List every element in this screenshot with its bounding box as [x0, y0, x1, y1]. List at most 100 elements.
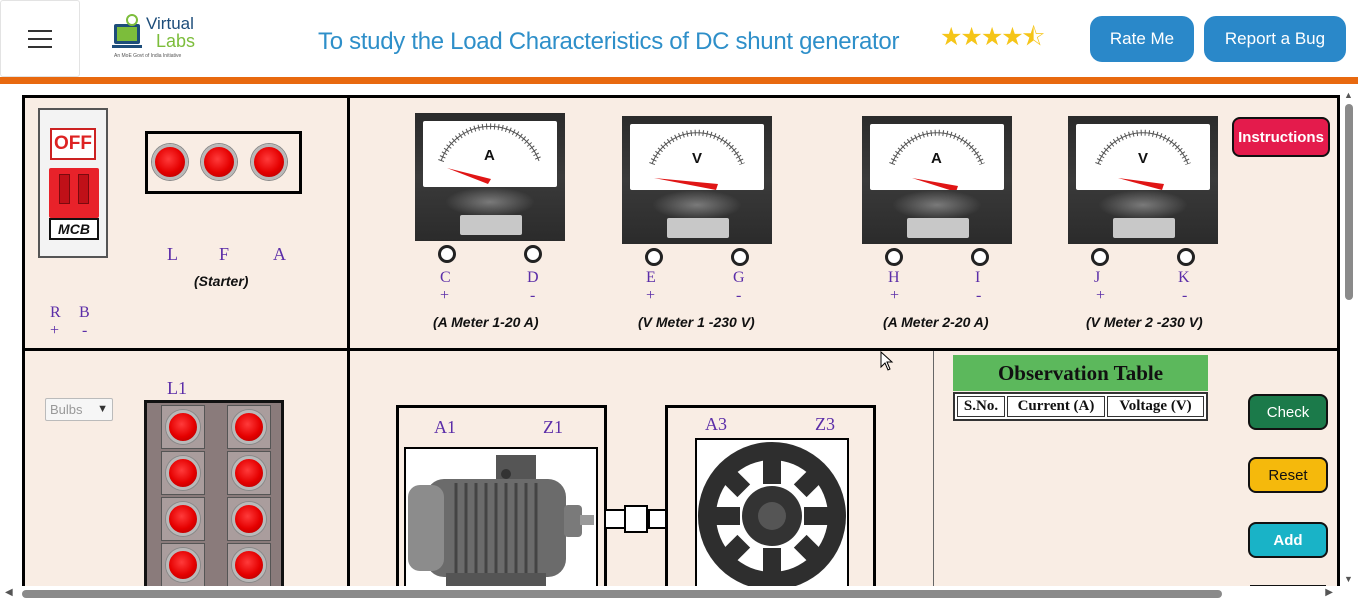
generator-image-frame — [695, 438, 849, 590]
polarity-minus: - — [736, 287, 742, 304]
terminal-j[interactable] — [1091, 248, 1109, 266]
voltmeter-1: V — [622, 116, 772, 244]
load-type-select[interactable]: Bulbs ▼ — [45, 398, 113, 421]
terminal-label-i: I — [975, 269, 981, 286]
header-divider — [0, 77, 1358, 84]
starter-lamp — [251, 144, 287, 180]
meter-glow — [652, 190, 742, 220]
bulb[interactable] — [227, 405, 271, 449]
starter-terminal-l[interactable]: L — [167, 244, 178, 265]
bulb[interactable] — [227, 543, 271, 587]
mcb-label: MCB — [49, 218, 99, 240]
rate-me-button[interactable]: Rate Me — [1090, 16, 1194, 62]
generator-terminal-a3[interactable]: A3 — [705, 414, 727, 435]
terminal-e[interactable] — [645, 248, 663, 266]
virtual-labs-logo[interactable]: Virtual Labs An MoE Govt of India Initia… — [110, 12, 202, 62]
terminal-c[interactable] — [438, 245, 456, 263]
bulb-lamp — [166, 502, 200, 536]
rating-stars: ★★★★⯪ — [940, 18, 1045, 61]
supply-terminal-b[interactable]: B — [79, 304, 90, 322]
meter-slot — [460, 215, 522, 235]
star-icons: ★★★★ — [940, 23, 1024, 51]
motor-terminal-z1[interactable]: Z1 — [543, 417, 563, 438]
terminal-k[interactable] — [1177, 248, 1195, 266]
scroll-up-icon[interactable]: ▲ — [1344, 90, 1353, 100]
supply-minus: - — [82, 322, 88, 339]
meter-caption: (A Meter 1-20 A) — [433, 314, 539, 330]
supply-terminal-r[interactable]: R — [50, 304, 61, 322]
mcb-switch[interactable]: OFF MCB — [38, 108, 108, 258]
meter-slot — [907, 218, 969, 238]
vertical-scrollbar[interactable]: ▲ ▼ — [1341, 88, 1358, 586]
terminal-d[interactable] — [524, 245, 542, 263]
starter-terminal-f[interactable]: F — [219, 244, 229, 265]
motor-image-frame — [404, 447, 598, 590]
terminal-label-g: G — [733, 269, 745, 286]
polarity-minus: - — [1182, 287, 1188, 304]
bulb[interactable] — [161, 543, 205, 587]
ammeter-1: A — [415, 113, 565, 241]
terminal-h[interactable] — [885, 248, 903, 266]
shaft-coupling-icon — [605, 505, 667, 533]
generator-stator-icon — [698, 442, 846, 590]
horizontal-scrollbar[interactable]: ◀ ▶ — [0, 586, 1341, 602]
hamburger-icon-line — [28, 29, 52, 32]
bulb-panel — [144, 400, 284, 590]
instructions-button[interactable]: Instructions — [1232, 117, 1330, 157]
meter-caption: (A Meter 2-20 A) — [883, 314, 989, 330]
logo-tagline: An MoE Govt of India Initiative — [114, 53, 182, 59]
mcb-toggle[interactable] — [49, 168, 99, 218]
panel-divider-horizontal — [22, 348, 1340, 351]
scroll-left-icon[interactable]: ◀ — [5, 587, 13, 598]
panel-divider-vertical — [347, 95, 350, 590]
starter-caption: (Starter) — [194, 273, 249, 289]
column-header-current: Current (A) — [1007, 396, 1105, 417]
terminal-label-c: C — [440, 269, 451, 286]
starter-box — [145, 131, 302, 194]
logo-text-labs: Labs — [156, 31, 196, 51]
load-type-value: Bulbs — [50, 402, 83, 417]
terminal-label-d: D — [527, 269, 539, 286]
scroll-right-icon[interactable]: ▶ — [1325, 587, 1333, 598]
polarity-plus: + — [1096, 287, 1106, 304]
hamburger-icon-line — [28, 45, 52, 48]
starter-lamp — [152, 144, 188, 180]
polarity-plus: + — [440, 287, 450, 304]
app-root: Virtual Labs An MoE Govt of India Initia… — [0, 0, 1358, 602]
motor-terminal-a1[interactable]: A1 — [434, 417, 456, 438]
check-button[interactable]: Check — [1248, 394, 1328, 430]
vertical-scroll-thumb[interactable] — [1345, 104, 1353, 300]
meter-glow — [1098, 190, 1188, 220]
bulb-lamp — [232, 410, 266, 444]
bulb[interactable] — [161, 405, 205, 449]
hamburger-icon-line — [28, 37, 52, 40]
mcb-off-label: OFF — [50, 128, 96, 160]
table-divider — [933, 351, 934, 590]
bulb[interactable] — [227, 451, 271, 495]
meter-glow — [445, 187, 535, 217]
observation-table: S.No. Current (A) Voltage (V) — [953, 392, 1208, 421]
terminal-g[interactable] — [731, 248, 749, 266]
meter-symbol: V — [692, 150, 703, 167]
terminal-i[interactable] — [971, 248, 989, 266]
bulb-lamp — [166, 456, 200, 490]
menu-button[interactable] — [0, 0, 80, 77]
reset-button[interactable]: Reset — [1248, 457, 1328, 493]
column-header-voltage: Voltage (V) — [1107, 396, 1204, 417]
generator-terminal-z3[interactable]: Z3 — [815, 414, 835, 435]
meter-glow — [892, 190, 982, 220]
starter-terminal-a[interactable]: A — [273, 244, 286, 265]
observation-table-title: Observation Table — [953, 355, 1208, 391]
polarity-plus: + — [646, 287, 656, 304]
horizontal-scroll-thumb[interactable] — [22, 590, 1222, 598]
bulb[interactable] — [161, 451, 205, 495]
bulb-lamp — [166, 548, 200, 582]
bulb[interactable] — [227, 497, 271, 541]
add-button[interactable]: Add — [1248, 522, 1328, 558]
bulb[interactable] — [161, 497, 205, 541]
header: Virtual Labs An MoE Govt of India Initia… — [0, 0, 1358, 77]
meter-slot — [667, 218, 729, 238]
flask-icon — [112, 14, 142, 48]
report-bug-button[interactable]: Report a Bug — [1204, 16, 1346, 62]
scroll-down-icon[interactable]: ▼ — [1344, 574, 1353, 584]
